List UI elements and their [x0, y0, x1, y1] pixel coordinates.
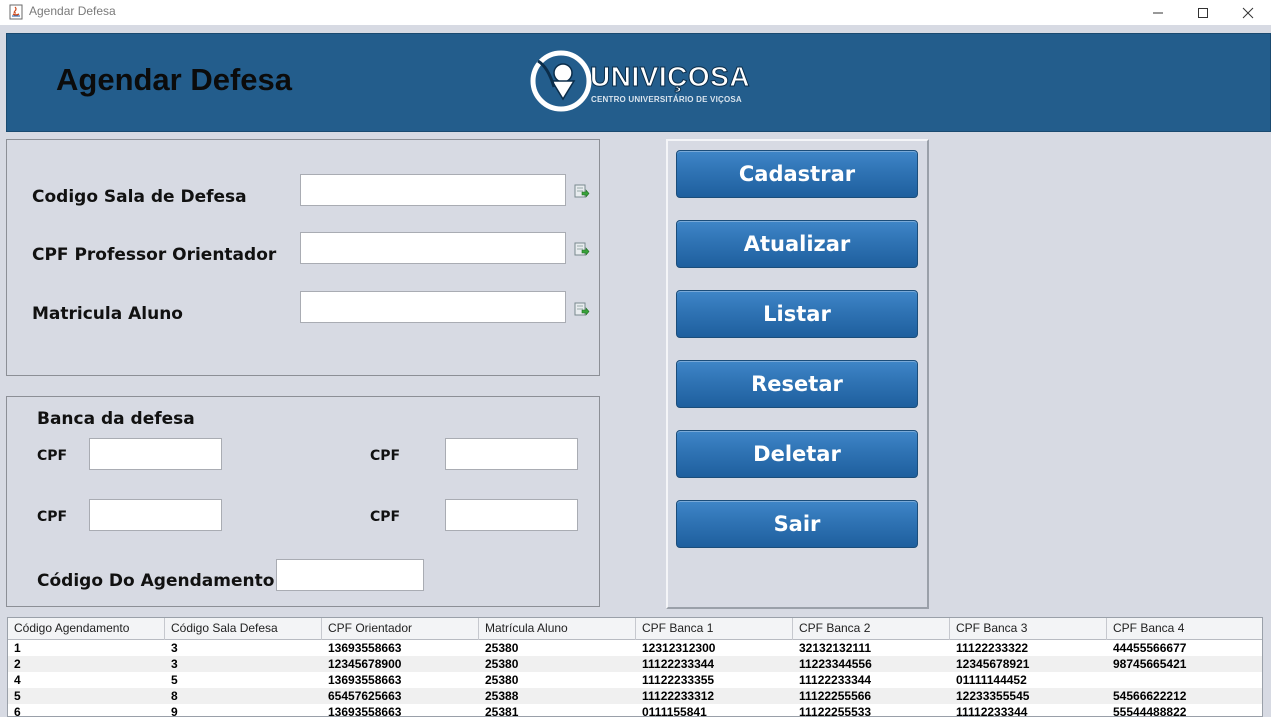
cpf-orientador-label: CPF Professor Orientador: [32, 245, 277, 265]
table-cell: 54566622212: [1113, 689, 1187, 703]
table-column-header[interactable]: CPF Banca 3: [950, 618, 1107, 640]
table-cell: 8: [171, 689, 178, 703]
table-cell: 11122255566: [799, 689, 872, 703]
table-row[interactable]: 4 5 13693558663 25380 11122233355 11122233344…: [8, 672, 1262, 688]
table-cell: 3: [171, 641, 178, 655]
cpf-orientador-go-icon[interactable]: [574, 241, 590, 257]
table-cell: 5: [171, 673, 178, 687]
page-title: Agendar Defesa: [56, 62, 293, 97]
table-cell: 65457625663: [328, 689, 402, 703]
univicosa-logo: UNIVIÇOSA CENTRO UNIVERSITÁRIO DE VIÇOSA: [530, 47, 770, 113]
table-column-header[interactable]: Código Agendamento: [8, 618, 165, 640]
table-cell: 25380: [485, 641, 519, 655]
table-cell: 9: [171, 705, 178, 717]
banca-cpf1-label: CPF: [37, 448, 68, 464]
table-cell: 1: [14, 641, 21, 655]
table-cell: 5: [14, 689, 21, 703]
table-cell: 4: [14, 673, 21, 687]
table-cell: 44455566677: [1113, 641, 1187, 655]
table-cell: 13693558663: [328, 641, 402, 655]
sala-input[interactable]: [300, 174, 566, 206]
banca-cpf1-input[interactable]: [89, 438, 222, 470]
table-column-header[interactable]: Código Sala Defesa: [165, 618, 322, 640]
window-title: Agendar Defesa: [29, 4, 116, 18]
table-cell: 11112233344: [956, 705, 1028, 717]
sala-label: Codigo Sala de Defesa: [32, 187, 247, 207]
table-cell: 25388: [485, 689, 519, 703]
listar-button[interactable]: Listar: [676, 290, 918, 338]
table-cell: 12345678900: [328, 657, 402, 671]
java-icon: [9, 4, 23, 20]
logo-emblem-icon: [530, 50, 592, 112]
matricula-label: Matricula Aluno: [32, 304, 183, 324]
table-row[interactable]: 2 3 12345678900 25380 11122233344 11223344556…: [8, 656, 1262, 672]
table-row[interactable]: 6 9 13693558663 25381 0111155841 11122255533 1…: [8, 704, 1262, 717]
table-body: 1 3 13693558663 25380 12312312300 32132132111…: [8, 640, 1262, 717]
banca-cpf3-input[interactable]: [89, 499, 222, 531]
table-cell: 11122233322: [956, 641, 1029, 655]
maximize-button[interactable]: [1180, 0, 1226, 25]
table-cell: 12345678921: [956, 657, 1030, 671]
table-cell: 25380: [485, 657, 519, 671]
close-button[interactable]: [1225, 0, 1271, 25]
sala-go-icon[interactable]: [574, 183, 590, 199]
minimize-button[interactable]: [1135, 0, 1181, 25]
table-row[interactable]: 1 3 13693558663 25380 12312312300 32132132111…: [8, 640, 1262, 656]
table-column-header[interactable]: CPF Banca 1: [636, 618, 793, 640]
sair-button[interactable]: Sair: [676, 500, 918, 548]
banca-cpf2-input[interactable]: [445, 438, 578, 470]
table-cell: 55544488822: [1113, 705, 1187, 717]
logo-brand: UNIVIÇOSA: [589, 61, 751, 93]
table-cell: 0111155841: [642, 705, 707, 717]
table-cell: 12233355545: [956, 689, 1030, 703]
table-cell: 11223344556: [799, 657, 872, 671]
table-column-header[interactable]: CPF Orientador: [322, 618, 479, 640]
table-cell: 11122233344: [799, 673, 872, 687]
table-cell: 13693558663: [328, 673, 402, 687]
table-header: Código Agendamento Código Sala Defesa CPF …: [8, 618, 1262, 640]
table-cell: 11122233312: [642, 689, 715, 703]
table-cell: 11122255533: [799, 705, 872, 717]
table-column-header[interactable]: Matrícula Aluno: [479, 618, 636, 640]
minimize-icon: [1152, 7, 1164, 19]
table-column-header[interactable]: CPF Banca 4: [1107, 618, 1262, 640]
table-cell: 11122233344: [642, 657, 715, 671]
table-cell: 01111144452: [956, 673, 1027, 687]
matricula-input[interactable]: [300, 291, 566, 323]
table-row[interactable]: 5 8 65457625663 25388 11122233312 11122255566…: [8, 688, 1262, 704]
table-cell: 2: [14, 657, 21, 671]
header-banner: Agendar Defesa UNIVIÇOSA CENTRO UNIVERSI…: [6, 33, 1271, 132]
banca-title: Banca da defesa: [37, 409, 195, 429]
maximize-icon: [1197, 7, 1209, 19]
table-cell: 25380: [485, 673, 519, 687]
matricula-go-icon[interactable]: [574, 301, 590, 317]
codigo-agendamento-label: Código Do Agendamento: [37, 571, 275, 591]
table-cell: 3: [171, 657, 178, 671]
close-icon: [1242, 7, 1254, 19]
cadastrar-button[interactable]: Cadastrar: [676, 150, 918, 198]
banca-cpf4-input[interactable]: [445, 499, 578, 531]
deletar-button[interactable]: Deletar: [676, 430, 918, 478]
table-cell: 13693558663: [328, 705, 402, 717]
cpf-orientador-input[interactable]: [300, 232, 566, 264]
logo-tagline: CENTRO UNIVERSITÁRIO DE VIÇOSA: [591, 95, 742, 104]
table-cell: 6: [14, 705, 21, 717]
codigo-agendamento-input[interactable]: [276, 559, 424, 591]
table-cell: 25381: [485, 705, 519, 717]
table-column-header[interactable]: CPF Banca 2: [793, 618, 950, 640]
banca-cpf3-label: CPF: [37, 509, 68, 525]
resetar-button[interactable]: Resetar: [676, 360, 918, 408]
agendamentos-table[interactable]: Código Agendamento Código Sala Defesa CPF …: [7, 617, 1263, 717]
table-cell: 12312312300: [642, 641, 716, 655]
table-cell: 11122233355: [642, 673, 715, 687]
table-cell: 32132132111: [799, 641, 872, 655]
table-cell: 98745665421: [1113, 657, 1187, 671]
banca-cpf2-label: CPF: [370, 448, 401, 464]
banca-cpf4-label: CPF: [370, 509, 401, 525]
atualizar-button[interactable]: Atualizar: [676, 220, 918, 268]
table-cell: [1107, 672, 1262, 688]
title-bar: Agendar Defesa: [0, 0, 1271, 25]
